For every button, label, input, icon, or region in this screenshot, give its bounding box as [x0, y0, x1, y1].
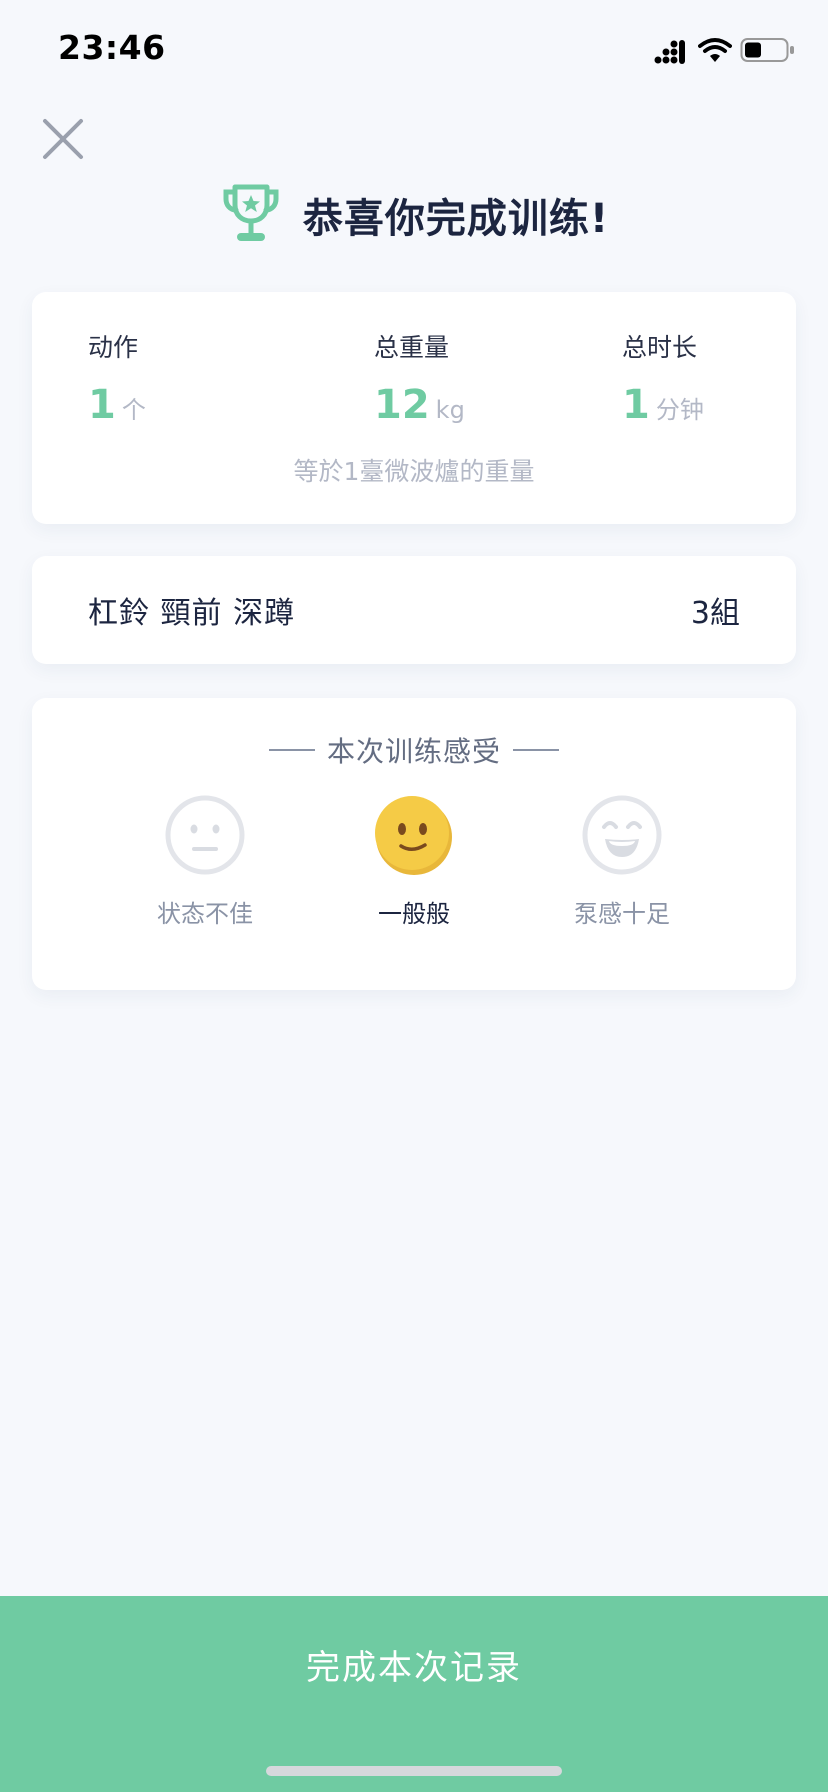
- trophy-icon: [223, 184, 279, 241]
- training-feeling-card: 本次训练感受 状态不佳 一般般 泵感十足: [32, 698, 796, 990]
- stat-total-duration: 总时长 1 分钟: [622, 328, 704, 428]
- page-title: 恭喜你完成训练!: [302, 196, 610, 242]
- exercise-row[interactable]: 杠鈴 頸前 深蹲 3組: [32, 556, 796, 664]
- wifi-icon: [698, 38, 732, 62]
- smile-face-icon: [375, 796, 452, 875]
- stat-total-weight: 总重量 12 kg: [374, 328, 465, 428]
- finish-record-label: 完成本次记录: [306, 1648, 522, 1688]
- finish-record-button[interactable]: 完成本次记录: [0, 1596, 828, 1792]
- battery-icon: [740, 38, 794, 62]
- sad-face-icon: [165, 795, 245, 875]
- signal-icon: [654, 40, 685, 64]
- status-bar: 23:46: [0, 0, 828, 100]
- completion-header: 恭喜你完成训练!: [0, 180, 828, 250]
- home-indicator: [266, 1766, 562, 1776]
- mood-option-bad[interactable]: 状态不佳: [135, 794, 275, 929]
- workout-complete-screen: 23:46 恭喜你完成训练! 动作 1 个 总重量 12 kg 总时长 1 分钟…: [0, 0, 828, 1792]
- workout-summary-card: 动作 1 个 总重量 12 kg 总时长 1 分钟 等於1臺微波爐的重量: [32, 292, 796, 524]
- close-icon[interactable]: [38, 114, 88, 164]
- stat-weight-value: 12: [374, 382, 430, 428]
- exercise-name: 杠鈴 頸前 深蹲: [88, 596, 296, 631]
- stat-actions-label: 动作: [88, 333, 139, 362]
- mood-option-neutral[interactable]: 一般般: [344, 794, 484, 929]
- mood-label: 状态不佳: [157, 900, 253, 928]
- stat-duration-unit: 分钟: [655, 396, 704, 424]
- feeling-title: 本次训练感受: [326, 735, 501, 768]
- mood-label: 泵感十足: [574, 900, 670, 928]
- status-time: 23:46: [58, 28, 166, 67]
- divider: [268, 749, 315, 751]
- mood-option-great[interactable]: 泵感十足: [552, 794, 692, 929]
- feeling-title-row: 本次训练感受: [32, 730, 796, 770]
- divider: [513, 749, 559, 751]
- stat-actions-value: 1: [88, 382, 116, 428]
- stat-weight-unit: kg: [435, 396, 465, 424]
- exercise-sets: 3組: [690, 596, 740, 631]
- stat-actions-unit: 个: [121, 396, 146, 424]
- stat-duration-label: 总时长: [622, 333, 698, 362]
- stat-duration-value: 1: [622, 382, 650, 428]
- stat-weight-label: 总重量: [374, 333, 450, 362]
- grin-face-icon: [582, 795, 662, 875]
- stat-actions: 动作 1 个: [88, 328, 146, 428]
- weight-comparison-note: 等於1臺微波爐的重量: [293, 457, 535, 486]
- mood-label: 一般般: [378, 900, 450, 928]
